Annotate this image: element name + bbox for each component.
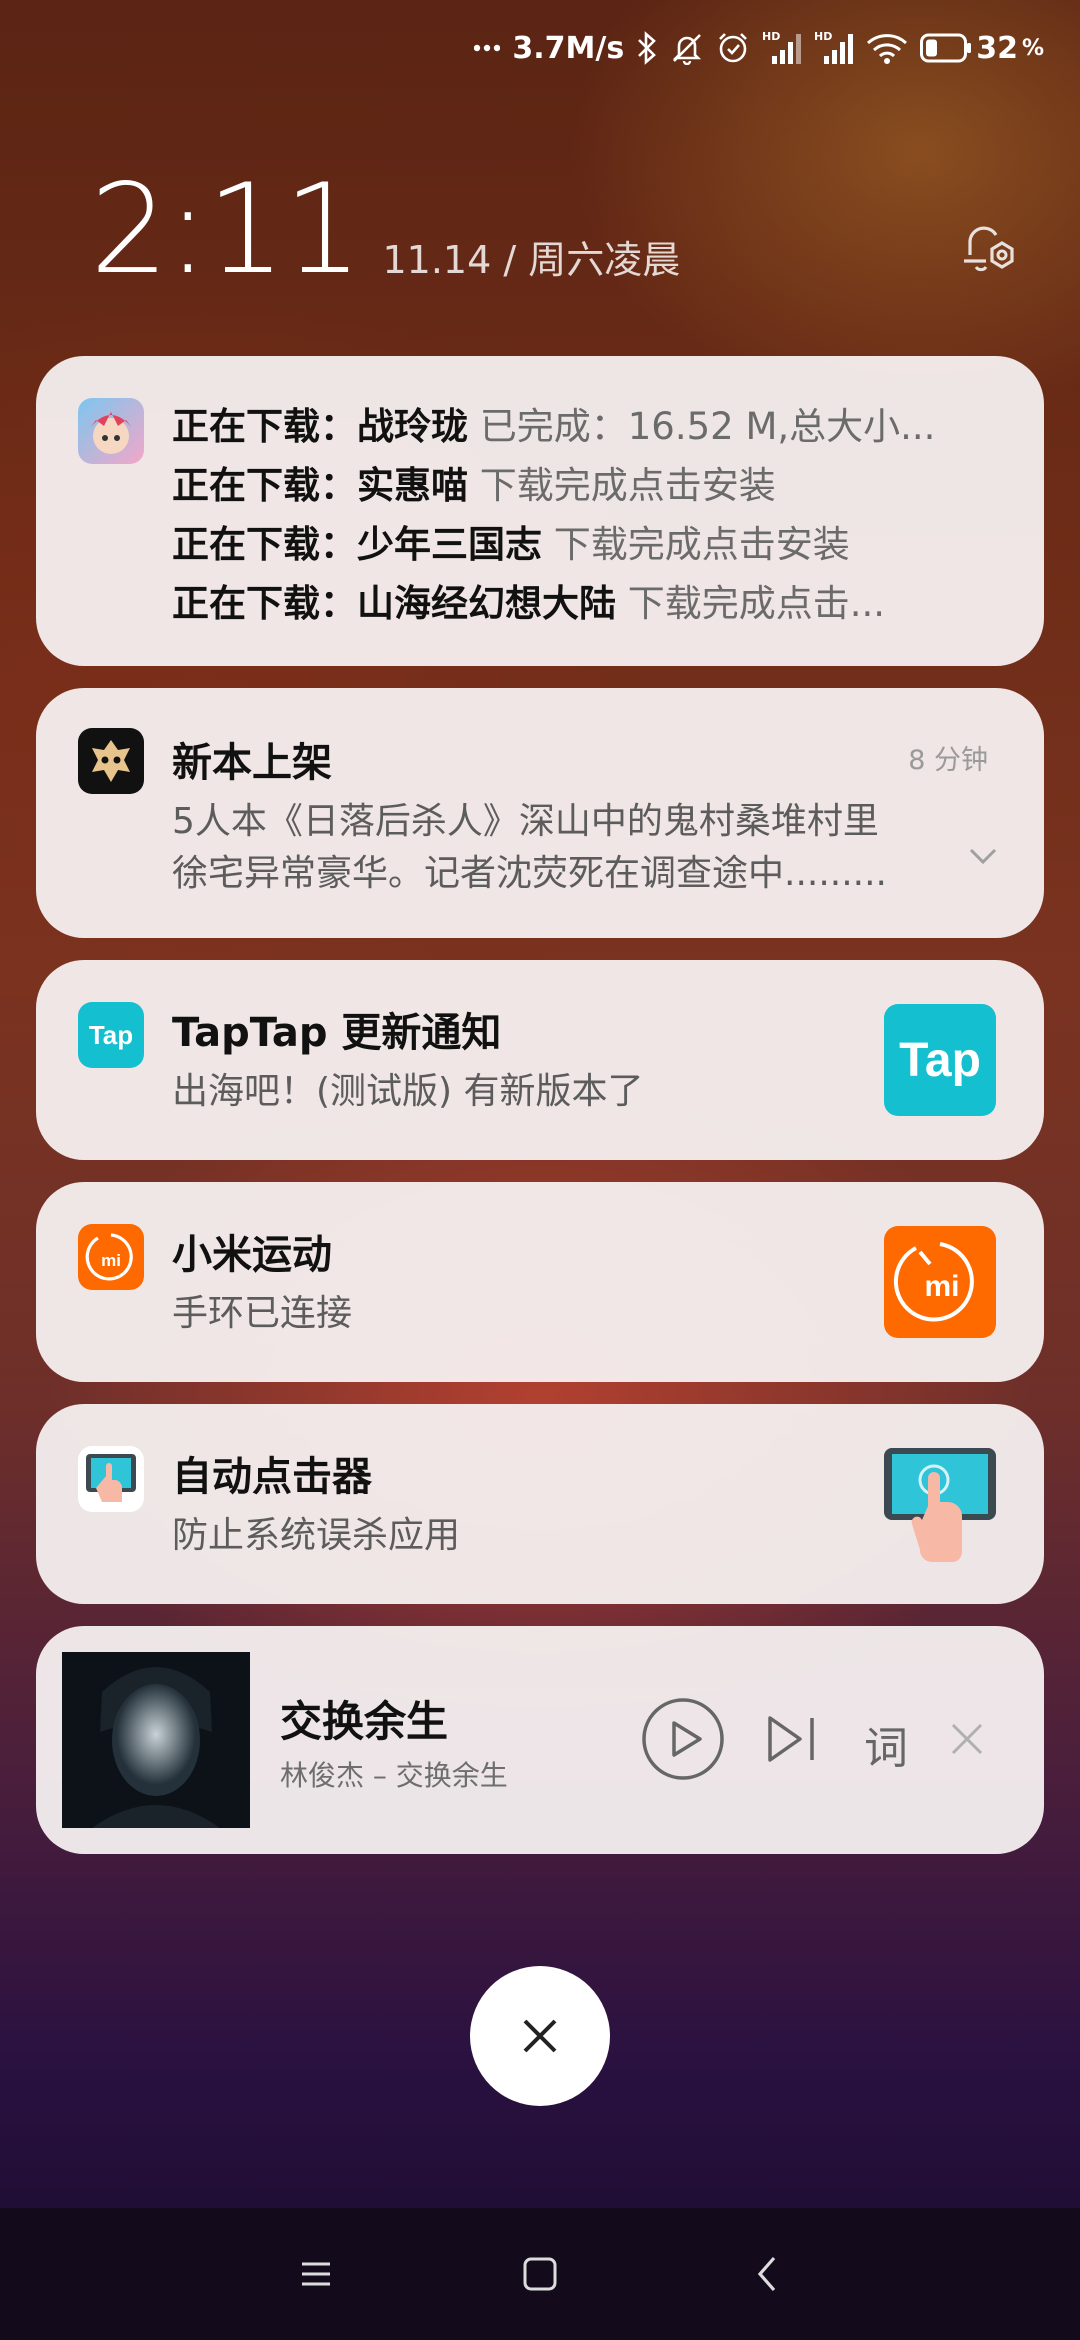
music-player-card[interactable]: 交换余生 林俊杰 – 交换余生 词 xyxy=(36,1626,1044,1854)
new-book-notification-card[interactable]: 新本上架 8 分钟 5人本《日落后杀人》深山中的鬼村桑堆村里 徐宅异常豪华。记者… xyxy=(36,688,1044,938)
notification-body: 5人本《日落后杀人》深山中的鬼村桑堆村里 徐宅异常豪华。记者沈荧死在调查途中..… xyxy=(172,801,887,894)
mute-bell-icon xyxy=(670,31,704,65)
battery-unit: % xyxy=(1021,35,1044,61)
mask-app-icon xyxy=(78,728,144,794)
notification-title: 自动点击器 xyxy=(172,1454,372,1500)
bluetooth-icon xyxy=(636,31,658,65)
battery-indicator: 32% xyxy=(920,31,1044,66)
battery-icon xyxy=(920,33,972,63)
signal-hd-icon: HD xyxy=(762,30,802,66)
notification-body: 手环已连接 xyxy=(172,1293,353,1334)
notification-title: TapTap 更新通知 xyxy=(172,1010,502,1056)
taptap-icon: Tap xyxy=(78,1002,144,1068)
svg-text:HD: HD xyxy=(814,30,832,43)
notification-title: 小米运动 xyxy=(172,1232,332,1278)
notification-time: 8 分钟 xyxy=(908,745,988,776)
signal-hd-icon: HD xyxy=(814,30,854,66)
download-line: 正在下载：少年三国志 下载完成点击安装 xyxy=(172,523,850,566)
auto-clicker-large-icon xyxy=(884,1448,996,1562)
game-center-icon xyxy=(78,398,144,464)
menu-nav-button[interactable] xyxy=(290,2248,342,2300)
play-button[interactable] xyxy=(640,1696,726,1786)
clock-time: 2:11 xyxy=(90,158,362,302)
download-line: 正在下载：战玲珑 已完成：16.52 M,总大小... xyxy=(172,405,936,448)
taptap-large-icon: Tap xyxy=(884,1004,996,1116)
battery-percent: 32 xyxy=(976,30,1018,66)
close-player-button[interactable] xyxy=(948,1720,986,1762)
wifi-icon xyxy=(866,31,908,65)
download-line: 正在下载：山海经幻想大陆 下载完成点击... xyxy=(172,582,886,625)
song-title: 交换余生 xyxy=(280,1697,449,1746)
clear-all-notifications-button[interactable] xyxy=(470,1966,610,2106)
lyrics-button[interactable]: 词 xyxy=(864,1712,908,1776)
alarm-icon xyxy=(716,31,750,65)
svg-text:mi: mi xyxy=(101,1251,121,1270)
close-icon xyxy=(523,2019,557,2053)
download-notification-card[interactable]: 正在下载：战玲珑 已完成：16.52 M,总大小... 正在下载：实惠喵 下载完… xyxy=(36,356,1044,666)
network-speed: 3.7M/s xyxy=(512,30,625,66)
notification-title: 新本上架 xyxy=(172,740,332,786)
dots-icon xyxy=(474,43,501,53)
auto-clicker-notification-card[interactable]: 自动点击器 防止系统误杀应用 xyxy=(36,1404,1044,1604)
mi-fit-notification-card[interactable]: mi 小米运动 手环已连接 mi xyxy=(36,1182,1044,1382)
notification-body: 防止系统误杀应用 xyxy=(172,1515,461,1556)
song-artist: 林俊杰 – 交换余生 xyxy=(280,1759,508,1792)
back-nav-button[interactable] xyxy=(742,2248,794,2300)
status-bar: 3.7M/s HD HD 32% xyxy=(474,18,1044,78)
mi-fit-large-icon: mi xyxy=(884,1226,996,1338)
next-track-button[interactable] xyxy=(766,1714,818,1768)
svg-text:mi: mi xyxy=(924,1270,959,1303)
mi-fit-icon: mi xyxy=(78,1224,144,1290)
download-line: 正在下载：实惠喵 下载完成点击安装 xyxy=(172,464,776,507)
svg-text:HD: HD xyxy=(762,30,780,43)
album-art xyxy=(62,1652,250,1828)
clock-date: 11.14 / 周六凌晨 xyxy=(382,238,681,282)
expand-chevron-icon[interactable] xyxy=(968,846,998,870)
notification-settings-icon[interactable] xyxy=(956,215,1022,281)
auto-clicker-icon xyxy=(78,1446,144,1512)
home-nav-button[interactable] xyxy=(514,2248,566,2300)
taptap-notification-card[interactable]: Tap TapTap 更新通知 出海吧！(测试版) 有新版本了 Tap xyxy=(36,960,1044,1160)
navigation-bar xyxy=(0,2208,1080,2340)
clock-row: 2:11 11.14 / 周六凌晨 xyxy=(90,168,680,292)
notification-body: 出海吧！(测试版) 有新版本了 xyxy=(172,1071,644,1112)
